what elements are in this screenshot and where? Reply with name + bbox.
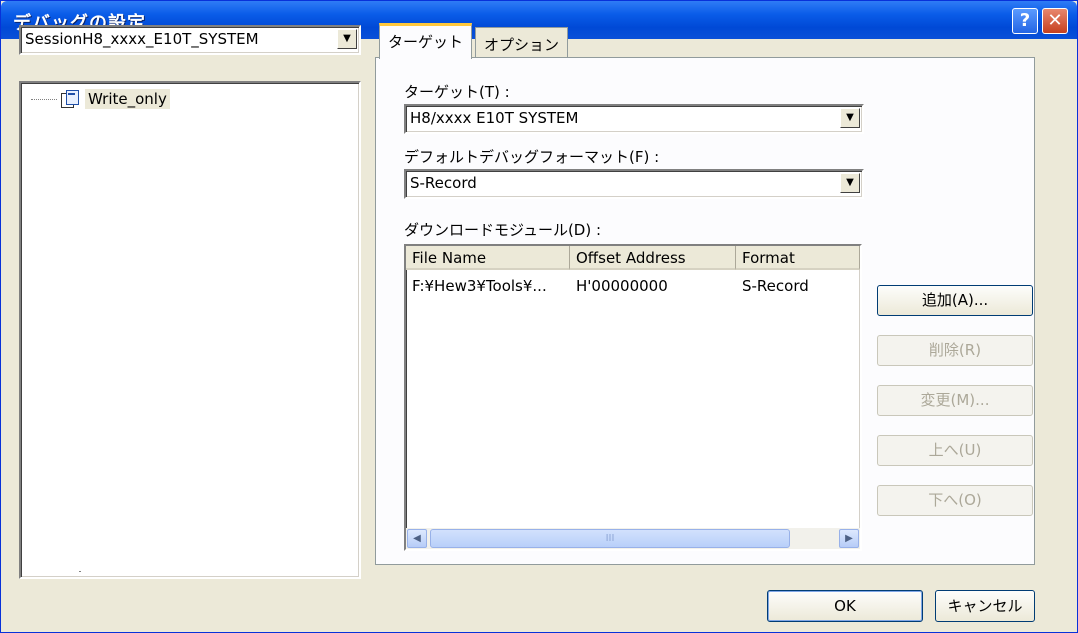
column-file-name[interactable]: File Name xyxy=(406,246,570,270)
cancel-button[interactable]: キャンセル xyxy=(935,590,1035,622)
move-down-button[interactable]: 下へ(O) xyxy=(877,485,1033,516)
close-icon[interactable]: ✕ xyxy=(1042,8,1068,34)
chevron-down-icon[interactable]: ▼ xyxy=(840,173,860,193)
delete-button[interactable]: 削除(R) xyxy=(877,335,1033,366)
chevron-down-icon[interactable]: ▼ xyxy=(840,108,860,128)
scroll-right-icon[interactable]: ▶ xyxy=(839,529,859,548)
chevron-down-icon[interactable]: ▼ xyxy=(337,29,357,49)
format-select[interactable]: S-Record ▼ xyxy=(404,169,864,199)
cell-file-name: F:¥Hew3¥Tools¥... xyxy=(412,277,547,295)
help-icon[interactable]: ? xyxy=(1012,8,1038,34)
list-header: File Name Offset Address Format xyxy=(406,246,860,270)
tab-options[interactable]: オプション xyxy=(475,27,569,59)
tree-item-write-only[interactable]: Write_only xyxy=(31,89,170,109)
scroll-left-icon[interactable]: ◀ xyxy=(407,529,427,548)
tab-target[interactable]: ターゲット xyxy=(379,23,473,59)
table-row[interactable]: F:¥Hew3¥Tools¥... H'00000000 S-Record xyxy=(406,277,860,295)
session-select[interactable]: SessionH8_xxxx_E10T_SYSTEM ▼ xyxy=(19,25,361,55)
horizontal-scrollbar[interactable]: ◀ III ▶ xyxy=(406,528,860,549)
column-format[interactable]: Format xyxy=(736,246,860,270)
project-icon xyxy=(61,90,79,108)
cell-format: S-Record xyxy=(742,277,809,295)
download-modules-list[interactable]: File Name Offset Address Format F:¥Hew3¥… xyxy=(404,244,862,551)
modules-label: ダウンロードモジュール(D) : xyxy=(404,221,602,239)
target-select-value: H8/xxxx E10T SYSTEM xyxy=(410,109,579,127)
target-select[interactable]: H8/xxxx E10T SYSTEM ▼ xyxy=(404,104,864,134)
cell-offset: H'00000000 xyxy=(576,277,668,295)
target-label: ターゲット(T) : xyxy=(404,83,510,101)
modify-button[interactable]: 変更(M)... xyxy=(877,385,1033,416)
tree-item-label: Write_only xyxy=(85,89,170,109)
tree-dot xyxy=(79,571,81,572)
ok-button[interactable]: OK xyxy=(767,590,923,622)
scroll-thumb[interactable]: III xyxy=(430,529,790,548)
column-offset-address[interactable]: Offset Address xyxy=(570,246,736,270)
move-up-button[interactable]: 上へ(U) xyxy=(877,435,1033,466)
session-select-value: SessionH8_xxxx_E10T_SYSTEM xyxy=(25,30,259,48)
add-button[interactable]: 追加(A)... xyxy=(877,285,1033,316)
format-select-value: S-Record xyxy=(410,174,477,192)
debug-settings-dialog: デバッグの設定 ? ✕ SessionH8_xxxx_E10T_SYSTEM ▼… xyxy=(0,0,1078,633)
tree-connector xyxy=(31,98,57,100)
session-tree[interactable]: Write_only xyxy=(19,81,361,579)
format-label: デフォルトデバッグフォーマット(F) : xyxy=(404,148,660,166)
